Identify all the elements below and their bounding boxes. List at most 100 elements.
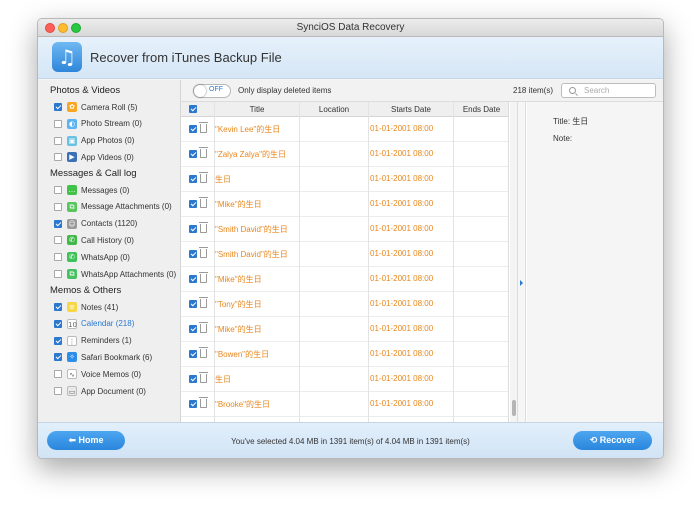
sidebar-item-checkbox[interactable]: [54, 236, 62, 245]
items-table: Title Location Starts Date Ends Date "Ke…: [181, 102, 509, 422]
sidebar-item-checkbox[interactable]: [54, 119, 62, 128]
table-row[interactable]: "Tony"的生日 01-01-2001 08:00: [181, 292, 508, 317]
table-row[interactable]: 生日 01-01-2001 08:00: [181, 167, 508, 192]
row-checkbox[interactable]: [189, 350, 197, 358]
whatsapp-icon: ✆: [67, 252, 77, 263]
select-all-checkbox[interactable]: [189, 105, 197, 113]
search-icon: [569, 87, 576, 94]
trash-icon: [199, 172, 208, 183]
row-checkbox[interactable]: [189, 250, 197, 258]
row-checkbox[interactable]: [189, 200, 197, 208]
sidebar-item-label: Messages (0): [81, 185, 130, 195]
camera-roll-icon: ✿: [67, 102, 77, 112]
table-row[interactable]: "Smith David"的生日 01-01-2001 08:00: [181, 217, 508, 242]
row-checkbox[interactable]: [189, 150, 197, 158]
sidebar-item[interactable]: ◐ Photo Stream (0): [54, 117, 142, 131]
sidebar-item[interactable]: ⧉ WhatsApp Attachments (0): [54, 267, 176, 281]
panel-divider[interactable]: [518, 102, 526, 422]
sidebar-item-label: Camera Roll (5): [81, 102, 138, 112]
cell-title: 生日: [215, 175, 231, 184]
sidebar-item[interactable]: ⧉ Message Attachments (0): [54, 200, 172, 214]
sidebar-item-checkbox[interactable]: [54, 303, 62, 311]
cell-starts-date: 01-01-2001 08:00: [370, 399, 434, 408]
row-checkbox[interactable]: [189, 375, 197, 383]
row-checkbox[interactable]: [189, 400, 197, 408]
row-checkbox[interactable]: [189, 125, 197, 133]
sidebar-item[interactable]: … Messages (0): [54, 183, 129, 197]
row-checkbox[interactable]: [189, 175, 197, 183]
sidebar-item[interactable]: ▶ App Videos (0): [54, 150, 134, 164]
minimize-window-button[interactable]: [58, 23, 68, 33]
trash-icon: [199, 372, 208, 383]
title-bar: SynciOS Data Recovery: [38, 19, 663, 37]
row-checkbox[interactable]: [189, 275, 197, 283]
sidebar-item[interactable]: ▭ App Document (0): [54, 384, 146, 398]
recover-button[interactable]: ⟲ Recover: [573, 431, 652, 450]
sidebar-item-checkbox[interactable]: [54, 370, 62, 379]
table-header: Title Location Starts Date Ends Date: [181, 102, 508, 117]
reminders-icon: ⋮: [67, 335, 77, 346]
column-header-ends-date[interactable]: Ends Date: [454, 105, 508, 114]
search-placeholder: Search: [584, 86, 610, 95]
search-input[interactable]: Search: [561, 83, 656, 98]
sidebar-item[interactable]: ≡ Notes (41): [54, 300, 118, 314]
table-row[interactable]: "Brooke"的生日 01-01-2001 08:00: [181, 392, 508, 417]
table-row[interactable]: 生日 01-01-2001 08:00: [181, 367, 508, 392]
sidebar-item[interactable]: ⋮ Reminders (1): [54, 334, 132, 348]
cell-starts-date: 01-01-2001 08:00: [370, 224, 434, 233]
cell-starts-date: 01-01-2001 08:00: [370, 274, 434, 283]
photo-stream-icon: ◐: [67, 118, 77, 129]
sidebar-item[interactable]: ✿ Camera Roll (5): [54, 100, 137, 114]
sidebar-item-checkbox[interactable]: [54, 319, 62, 328]
cell-title: "Bowen"的生日: [215, 350, 270, 359]
table-row[interactable]: "Bowen"的生日 01-01-2001 08:00: [181, 342, 508, 367]
trash-icon: [199, 122, 208, 133]
sidebar-item-checkbox[interactable]: [54, 153, 62, 162]
table-row[interactable]: "Mike"的生日 01-01-2001 08:00: [181, 192, 508, 217]
sidebar-item[interactable]: ∿ Voice Memos (0): [54, 367, 141, 381]
trash-icon: [199, 347, 208, 358]
sidebar-item-checkbox[interactable]: [54, 270, 62, 278]
only-deleted-label: Only display deleted items: [238, 86, 332, 95]
sidebar-item-checkbox[interactable]: [54, 186, 62, 194]
sidebar-item[interactable]: ✧ Safari Bookmark (6): [54, 350, 152, 364]
sidebar-item-checkbox[interactable]: [54, 136, 62, 145]
sidebar-item[interactable]: ✆ Call History (0): [54, 233, 134, 247]
table-row[interactable]: "Kevin Lee"的生日 01-01-2001 08:00: [181, 117, 508, 142]
sidebar-item-checkbox[interactable]: [54, 353, 62, 362]
sidebar-item[interactable]: ✆ WhatsApp (0): [54, 250, 130, 264]
sidebar-item-checkbox[interactable]: [54, 202, 62, 211]
close-window-button[interactable]: [45, 23, 55, 33]
sidebar-item-checkbox[interactable]: [54, 387, 62, 395]
sidebar-item[interactable]: ☺ Contacts (1120): [54, 217, 137, 231]
table-row[interactable]: "Mike"的生日 01-01-2001 08:00: [181, 267, 508, 292]
row-checkbox[interactable]: [189, 300, 197, 308]
table-scrollbar[interactable]: [510, 102, 518, 422]
column-divider: [214, 102, 215, 422]
row-checkbox[interactable]: [189, 325, 197, 333]
sidebar-item-label: App Photos (0): [81, 136, 135, 146]
whatsapp-attachments-icon: ⧉: [67, 269, 77, 279]
expand-arrow-icon[interactable]: [520, 280, 523, 286]
call-history-icon: ✆: [67, 235, 77, 246]
row-checkbox[interactable]: [189, 225, 197, 233]
app-photos-icon: ▣: [67, 135, 77, 146]
sidebar-item-checkbox[interactable]: [54, 336, 62, 345]
sidebar-item-checkbox[interactable]: [54, 103, 62, 111]
deleted-only-toggle[interactable]: OFF: [193, 84, 231, 98]
column-header-starts-date[interactable]: Starts Date: [369, 105, 453, 114]
scrollbar-thumb[interactable]: [512, 400, 516, 416]
sidebar-item[interactable]: ▣ App Photos (0): [54, 134, 134, 148]
sidebar-item[interactable]: 10 Calendar (218): [54, 317, 134, 331]
sidebar-item-checkbox[interactable]: [54, 253, 62, 262]
column-header-title[interactable]: Title: [215, 105, 299, 114]
filter-toolbar: OFF Only display deleted items 218 item(…: [181, 80, 663, 102]
table-row[interactable]: "Smith David"的生日 01-01-2001 08:00: [181, 242, 508, 267]
trash-icon: [199, 322, 208, 333]
table-row[interactable]: "Mike"的生日 01-01-2001 08:00: [181, 317, 508, 342]
column-header-location[interactable]: Location: [300, 105, 368, 114]
cell-starts-date: 01-01-2001 08:00: [370, 199, 434, 208]
table-row[interactable]: "Zalya Zalya"的生日 01-01-2001 08:00: [181, 142, 508, 167]
sidebar-item-checkbox[interactable]: [54, 219, 62, 228]
zoom-window-button[interactable]: [71, 23, 81, 33]
